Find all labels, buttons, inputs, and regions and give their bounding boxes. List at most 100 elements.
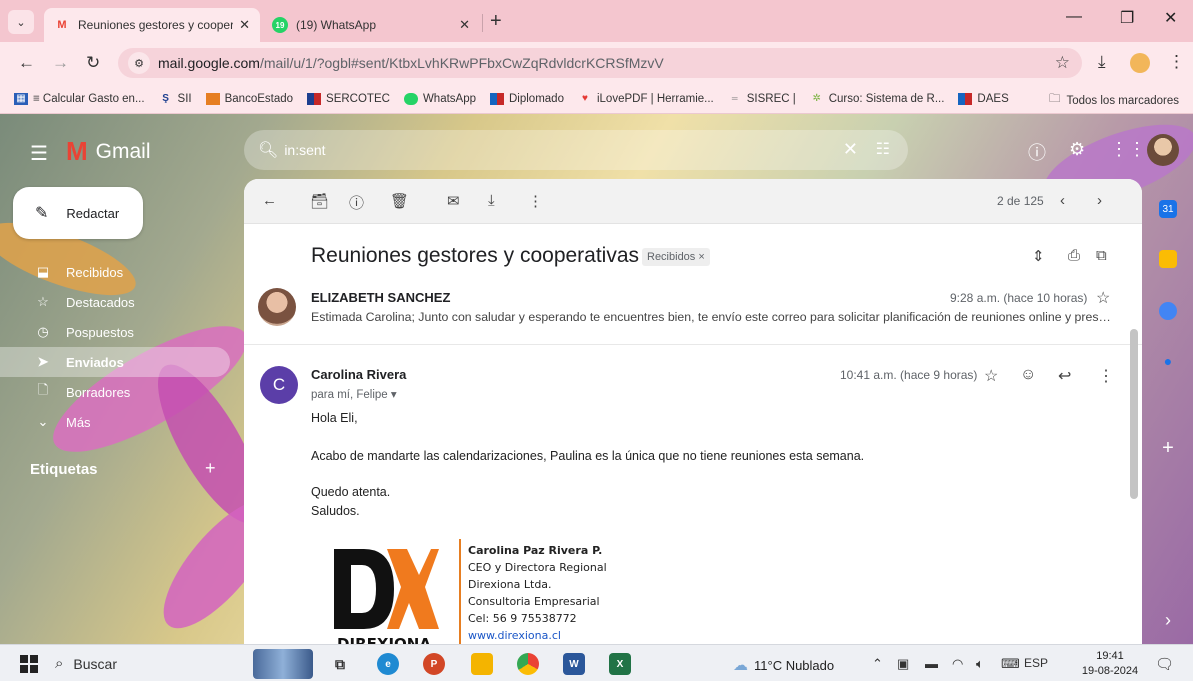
next-icon[interactable]: › [1097,192,1102,209]
recipients-toggle[interactable]: para mí, Felipe ▾ [311,387,397,401]
gmail-logo[interactable]: M Gmail [66,136,151,167]
keyboard-icon[interactable]: ⌨ [1001,656,1020,672]
bookmark-daes[interactable]: DAES [958,92,1009,105]
whatsapp-icon [403,92,418,105]
add-label-button[interactable]: + [205,458,216,479]
mark-unread-icon[interactable]: ✉ [447,192,460,210]
windows-start-icon[interactable] [20,655,38,673]
language-indicator[interactable]: ESP [1024,656,1048,670]
sidebar-item-recibidos[interactable]: ⬓ Recibidos [0,257,230,287]
keep-icon[interactable] [1159,250,1177,268]
restore-button[interactable]: ❐ [1120,8,1134,28]
volume-icon[interactable]: 🔈︎ [976,656,984,672]
weather-widget[interactable]: ☁ 11°C Nublado [733,656,834,674]
message-snippet[interactable]: Estimada Carolina; Junto con saludar y e… [311,310,1111,324]
star-icon[interactable]: ☆ [984,366,998,386]
bookmark-ilovepdf[interactable]: ♥ iLovePDF | Herramie... [578,93,714,105]
print-icon[interactable]: ⎙ [1068,247,1080,264]
notifications-icon[interactable]: 🗨 [1155,655,1174,673]
contacts-icon[interactable]: ● [1159,352,1177,370]
calendar-icon[interactable]: 31 [1159,200,1177,218]
minimize-button[interactable]: — [1066,8,1082,26]
edge-icon[interactable]: e [377,653,399,675]
bookmark-calcular[interactable]: ▦ ≡ Calcular Gasto en... [14,92,145,105]
battery-icon[interactable]: ▬ [925,656,938,671]
excel-icon[interactable]: X [609,653,631,675]
settings-icon[interactable]: ⚙ [1069,139,1085,160]
clear-search-icon[interactable]: ✕ [843,139,858,160]
forward-icon[interactable]: → [52,53,69,73]
more-options-icon[interactable]: ⋮ [528,192,543,210]
search-bar[interactable]: 🔍︎ in:sent ✕ ☷ [244,130,908,170]
apps-grid-icon[interactable]: ⋮⋮ [1110,139,1146,160]
bookmark-sii[interactable]: Ş SII [159,93,191,105]
bookmark-star-icon[interactable]: ☆ [1055,53,1070,73]
expand-all-icon[interactable]: ⇕ [1032,247,1045,265]
scrollbar-thumb[interactable] [1130,329,1138,499]
main-menu-icon[interactable]: ☰ [30,141,48,166]
word-icon[interactable]: W [563,653,585,675]
help-icon[interactable]: ⓘ [1028,139,1046,165]
label-badge[interactable]: Recibidos × [642,248,710,266]
tab-whatsapp[interactable]: 19 (19) WhatsApp ✕ [262,8,480,42]
add-addon-icon[interactable]: + [1159,437,1177,459]
bookmark-sercotec[interactable]: SERCOTEC [307,92,390,105]
profile-avatar[interactable] [1130,53,1150,73]
tab-gmail[interactable]: M Reuniones gestores y cooperati ✕ [44,8,260,42]
close-icon[interactable]: ✕ [459,17,470,33]
clock[interactable]: 19:41 19-08-2024 [1079,649,1141,679]
compose-button[interactable]: ✎ Redactar [13,187,143,239]
close-window-button[interactable]: ✕ [1164,8,1177,28]
site-info-icon[interactable]: ⚙ [128,52,150,74]
reload-icon[interactable]: ↻ [86,53,100,73]
report-spam-icon[interactable]: ⓘ [349,192,364,213]
chevron-up-icon[interactable]: ⌃ [872,656,883,672]
file-explorer-icon[interactable] [471,653,493,675]
all-bookmarks-button[interactable]: 🗀 Todos los marcadores [1049,91,1179,110]
sidebar-item-borradores[interactable]: 🗋 Borradores [0,377,230,407]
bookmark-diplomado[interactable]: Diplomado [490,92,564,105]
archive-icon[interactable]: 🗃 [310,192,329,210]
previous-icon[interactable]: ‹ [1060,192,1065,209]
sidebar-item-label: Pospuestos [66,324,134,340]
sidebar-item-pospuestos[interactable]: ◷ Pospuestos [0,317,230,347]
search-input[interactable]: in:sent [284,142,325,158]
star-icon[interactable]: ☆ [1096,288,1110,308]
task-view-icon[interactable]: ⧉ [329,653,351,675]
bookmark-sisrec[interactable]: ═ SISREC | [728,93,796,105]
sidebar-item-enviados[interactable]: ➤ Enviados [0,347,230,377]
taskbar-search[interactable]: ⌕ Buscar [55,655,117,672]
account-avatar[interactable] [1147,134,1179,166]
message-sender[interactable]: ELIZABETH SANCHEZ [311,290,450,305]
browser-menu-icon[interactable]: ⋮ [1168,52,1185,72]
bookmark-curso[interactable]: ✲ Curso: Sistema de R... [810,93,945,105]
reply-icon[interactable]: ↩ [1058,366,1071,386]
more-options-icon[interactable]: ⋮ [1098,366,1114,386]
signature-website-link[interactable]: www.direxiona.cl [468,629,561,642]
sidebar-item-mas[interactable]: ⌄ Más [0,407,230,437]
bookmark-whatsapp[interactable]: WhatsApp [403,92,476,105]
bookmark-bancoestado[interactable]: BancoEstado [205,92,293,105]
back-icon[interactable]: ← [18,53,35,73]
powerpoint-icon[interactable]: P [423,653,445,675]
close-icon[interactable]: ✕ [239,17,250,33]
tab-search-button[interactable]: ⌄ [8,10,34,34]
message-sender[interactable]: Carolina Rivera [311,367,406,382]
open-new-window-icon[interactable]: ⧉ [1096,247,1107,264]
move-to-icon[interactable]: ⤓ [488,192,495,209]
search-icon[interactable]: 🔍︎ [258,140,278,160]
emoji-react-icon[interactable]: ☺ [1020,366,1036,384]
download-icon[interactable]: ⤓ [1098,52,1106,72]
chrome-icon[interactable] [517,653,539,675]
back-to-list-icon[interactable]: ← [262,192,277,209]
tray-app-icon[interactable]: ▣ [897,656,909,672]
tasks-icon[interactable] [1159,302,1177,320]
widgets-thumbnail[interactable] [253,649,313,679]
new-tab-button[interactable]: + [490,10,502,33]
delete-icon[interactable]: 🗑 [390,192,409,210]
sidebar-item-destacados[interactable]: ☆ Destacados [0,287,230,317]
url-bar[interactable]: ⚙ mail.google.com/mail/u/1/?ogbl#sent/Kt… [118,48,1082,78]
search-options-icon[interactable]: ☷ [876,139,890,159]
wifi-icon[interactable]: ◠ [952,656,963,672]
show-side-panel-icon[interactable]: › [1159,610,1177,630]
